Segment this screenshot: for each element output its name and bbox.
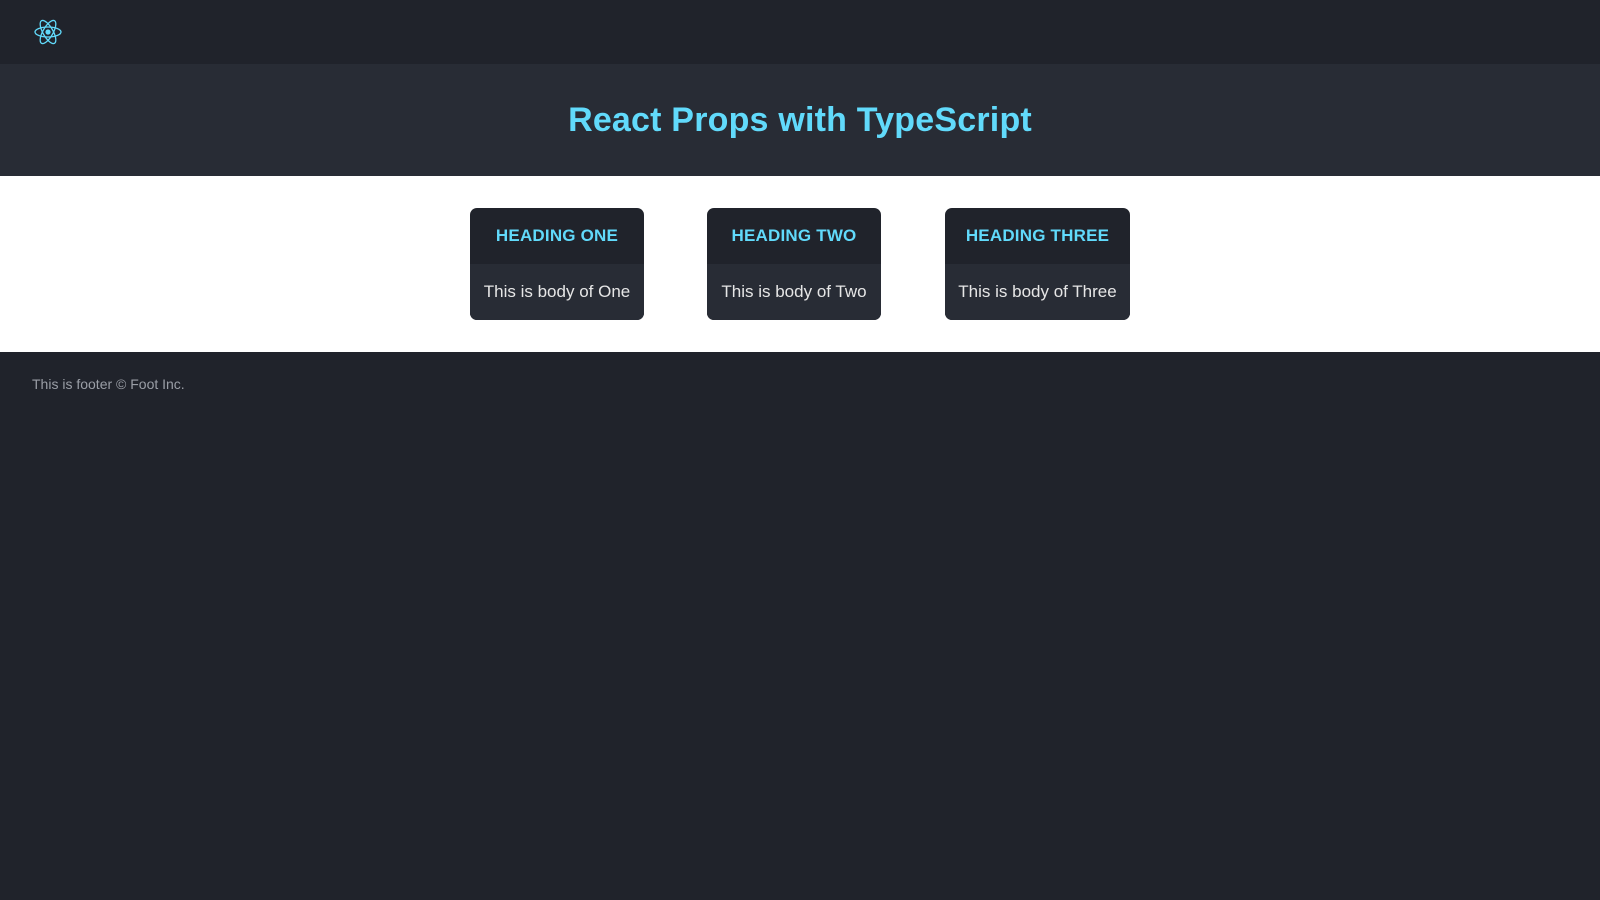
card-three: HEADING THREE This is body of Three <box>945 208 1130 320</box>
card-heading: HEADING ONE <box>495 226 619 245</box>
card-one: HEADING ONE This is body of One <box>470 208 644 320</box>
hero-banner: React Props with TypeScript <box>0 64 1600 176</box>
page-title: React Props with TypeScript <box>568 100 1032 139</box>
footer-text: This is footer © Foot Inc. <box>32 376 185 392</box>
card-heading: HEADING TWO <box>731 226 857 245</box>
card-two: HEADING TWO This is body of Two <box>707 208 881 320</box>
navbar <box>0 0 1600 64</box>
card-body: This is body of Two <box>707 264 881 320</box>
footer: This is footer © Foot Inc. <box>0 352 1600 900</box>
card-heading: HEADING THREE <box>965 226 1110 245</box>
react-logo-icon[interactable] <box>32 16 64 48</box>
card-body: This is body of Three <box>945 264 1130 320</box>
card-body: This is body of One <box>470 264 644 320</box>
card-list: HEADING ONE This is body of One HEADING … <box>0 176 1600 352</box>
